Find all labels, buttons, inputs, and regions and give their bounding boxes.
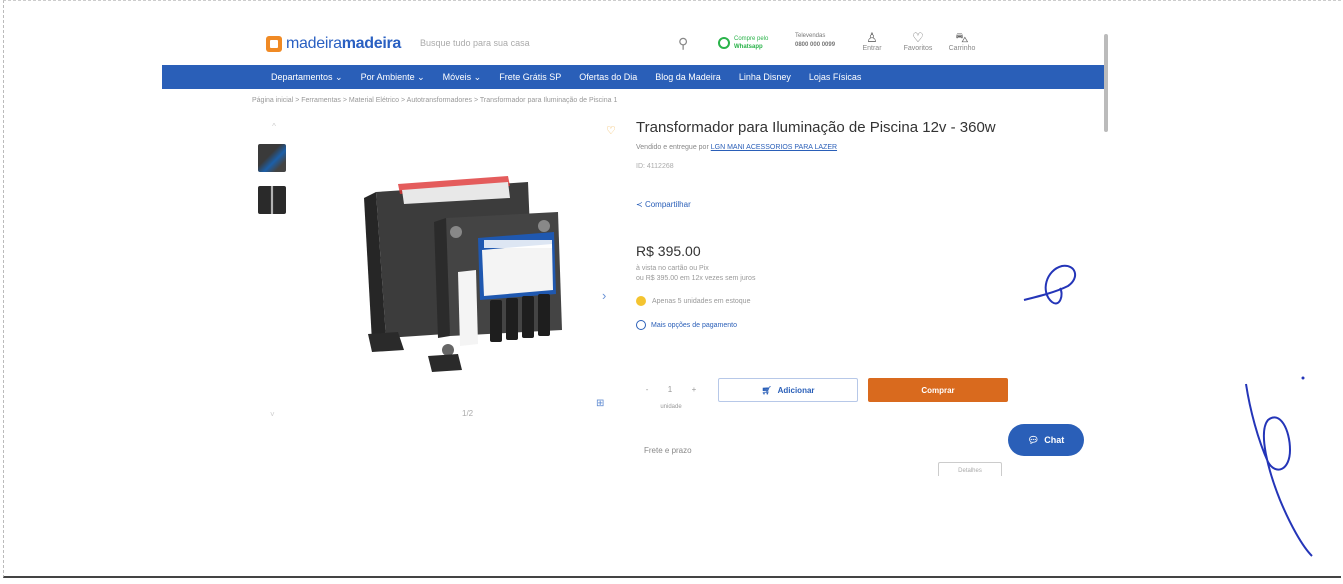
- nav-moveis[interactable]: Móveis ⌄: [434, 72, 491, 83]
- product-info: Transformador para Iluminação de Piscina…: [636, 118, 1016, 330]
- thumbnail-2[interactable]: [258, 186, 286, 214]
- header: madeiramadeira Busque tudo para sua casa…: [162, 26, 1104, 64]
- chat-icon: 💬︎: [1027, 434, 1040, 445]
- installments-info: ou R$ 395.00 em 12x vezes sem juros: [636, 275, 756, 282]
- details-button[interactable]: Detalhes: [938, 462, 1002, 476]
- payment-icon: [636, 320, 646, 330]
- chat-button[interactable]: 💬︎ Chat: [1008, 424, 1084, 456]
- share-icon: ≺: [636, 200, 643, 209]
- product-title: Transformador para Iluminação de Piscina…: [636, 119, 996, 136]
- nav-frete-gratis[interactable]: Frete Grátis SP: [490, 72, 570, 82]
- thumbnail-1[interactable]: [258, 144, 286, 172]
- thumb-down-arrow[interactable]: ˅: [270, 410, 275, 419]
- gallery-thumbnails: ^: [254, 122, 294, 228]
- quantity-stepper: - 1 + unidade: [636, 378, 706, 411]
- pix-info: à vista no cartão ou Pix: [636, 265, 709, 272]
- next-image-arrow[interactable]: ›: [602, 288, 606, 303]
- cart-icon: 🛒︎: [761, 385, 772, 395]
- seller-info: Vendido e entregue por LGN MANI ACESSORI…: [636, 144, 838, 151]
- product-image[interactable]: [358, 174, 572, 388]
- shipping-label: Frete e prazo: [644, 446, 692, 455]
- main-nav: Departamentos ⌄ Por Ambiente ⌄ Móveis ⌄ …: [162, 65, 1104, 89]
- login-button[interactable]: ♙ Entrar: [852, 30, 892, 52]
- nav-ofertas[interactable]: Ofertas do Dia: [570, 72, 646, 82]
- logo-text: madeiramadeira: [286, 35, 401, 52]
- qty-unit-label: unidade: [660, 404, 682, 410]
- stock-alert-icon: [636, 296, 646, 306]
- phone-info: Televendas 0800 000 0099: [795, 33, 836, 48]
- seller-link[interactable]: LGN MANI ACESSORIOS PARA LAZER: [711, 144, 837, 151]
- product-price: R$ 395.00: [636, 243, 701, 259]
- browser-page: madeiramadeira Busque tudo para sua casa…: [162, 26, 1104, 476]
- search-input[interactable]: Busque tudo para sua casa: [420, 38, 700, 52]
- product-sku: ID: 4112268: [636, 163, 674, 170]
- whatsapp-link[interactable]: Compre pelo Whatsapp: [718, 35, 768, 51]
- nav-blog[interactable]: Blog da Madeira: [646, 72, 730, 82]
- nav-por-ambiente[interactable]: Por Ambiente ⌄: [352, 72, 434, 83]
- nav-lojas-fisicas[interactable]: Lojas Físicas: [800, 72, 871, 82]
- qty-minus-button[interactable]: -: [646, 385, 649, 394]
- qty-value[interactable]: 1: [668, 385, 672, 394]
- thumb-up-arrow[interactable]: ^: [254, 122, 294, 136]
- nav-departamentos[interactable]: Departamentos ⌄: [262, 72, 352, 83]
- stock-info: Apenas 5 unidades em estoque: [636, 296, 1016, 306]
- cart-icon: ⛍: [955, 30, 969, 45]
- search-icon[interactable]: ⚲: [678, 35, 688, 52]
- add-to-cart-button[interactable]: 🛒︎ Adicionar: [718, 378, 858, 402]
- heart-icon: ♡: [912, 30, 924, 45]
- qty-plus-button[interactable]: +: [692, 385, 697, 394]
- whatsapp-text: Compre pelo Whatsapp: [734, 36, 769, 50]
- favorite-icon[interactable]: ♡: [606, 124, 616, 137]
- nav-linha-disney[interactable]: Linha Disney: [730, 72, 800, 82]
- logo[interactable]: madeiramadeira: [266, 35, 401, 53]
- buy-button[interactable]: Comprar: [868, 378, 1008, 402]
- image-counter: 1/2: [462, 409, 474, 418]
- cart-button[interactable]: ⛍ Carrinho: [942, 30, 982, 52]
- logo-icon: [266, 36, 282, 52]
- payment-options-link[interactable]: Mais opções de pagamento: [636, 320, 1016, 330]
- zoom-icon[interactable]: ⊞: [596, 398, 604, 409]
- favorites-button[interactable]: ♡ Favoritos: [898, 30, 938, 52]
- whatsapp-icon: [718, 37, 730, 49]
- user-icon: ♙: [866, 30, 878, 45]
- breadcrumb[interactable]: Página inicial > Ferramentas > Material …: [252, 97, 617, 104]
- share-button[interactable]: ≺ Compartilhar: [636, 200, 1016, 209]
- scrollbar[interactable]: [1104, 34, 1108, 132]
